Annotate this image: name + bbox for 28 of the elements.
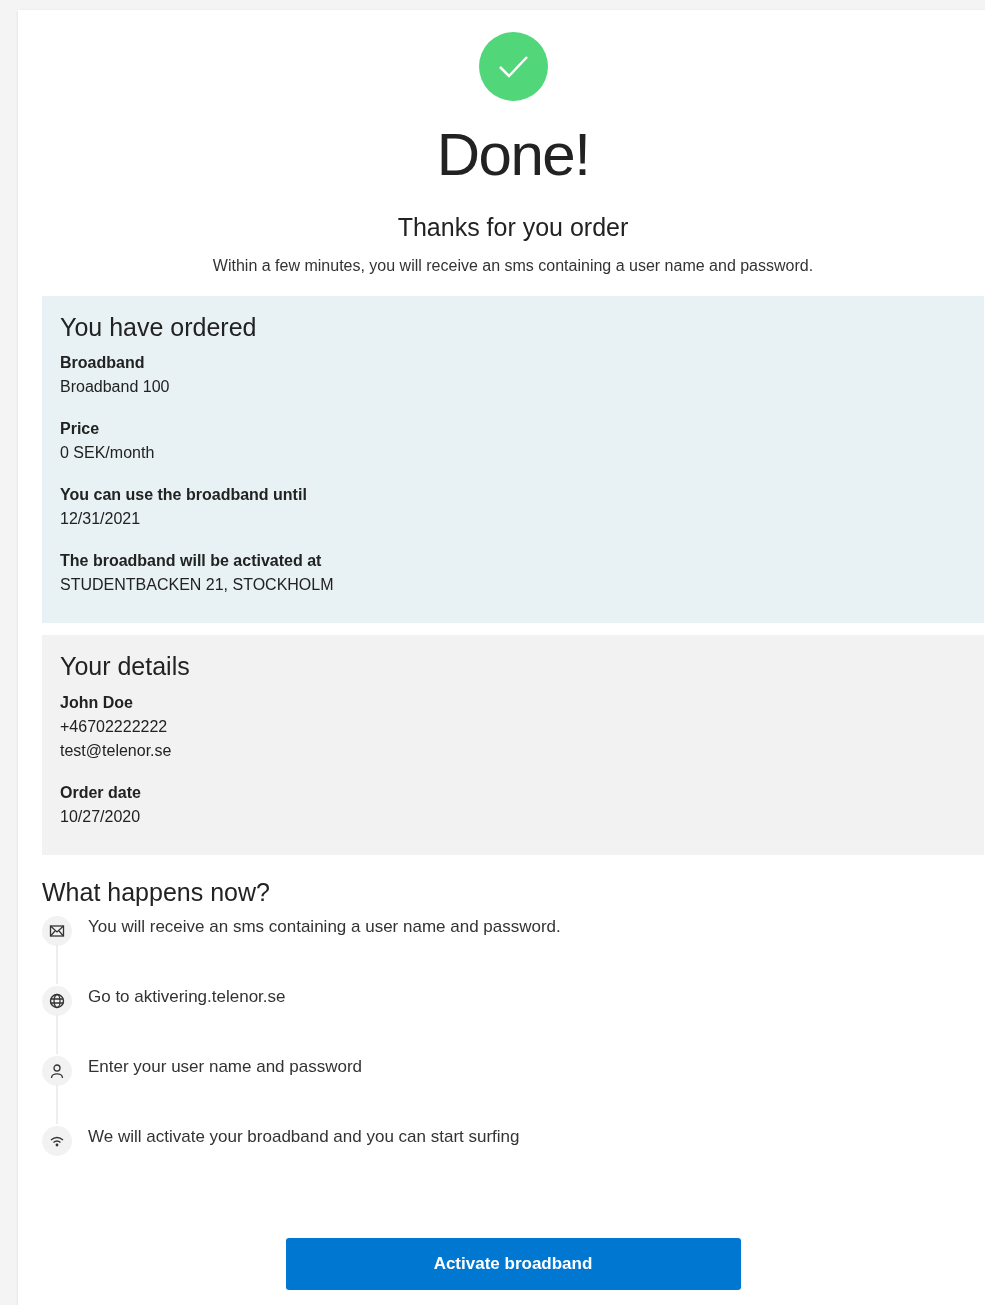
person-icon [49,1062,65,1079]
field-value: 10/27/2020 [60,806,142,827]
confirmation-message: Within a few minutes, you will receive an sms containing a user name and password. [212,256,814,276]
section-title: You have ordered [60,312,258,343]
step-text: Enter your user name and password [88,1055,363,1078]
field-label: The broadband will be activated at [60,551,323,572]
step-text: We will activate your broadband and you can start surfing [88,1125,520,1148]
phone-number: +46702222222 [60,716,169,737]
field-value: STUDENTBACKEN 21, STOCKHOLM [60,575,335,596]
page-title: Done! [436,125,590,185]
activate-broadband-button[interactable]: Activate broadband [285,1237,741,1290]
field-label: Order date [60,782,142,803]
field-label: Broadband [60,353,146,374]
email-address: test@telenor.se [60,740,173,761]
field-value: Broadband 100 [60,377,171,398]
field-value: 0 SEK/month [60,443,156,464]
field-label: Price [60,419,101,440]
section-title: What happens now? [42,876,271,908]
section-title: Your details [60,651,191,683]
mail-icon [49,922,65,939]
step-text: You will receive an sms containing a user name and password. [88,915,561,938]
checkmark-icon [478,32,548,101]
step-text: Go to aktivering.telenor.se [88,985,286,1008]
subtitle: Thanks for you order [397,215,629,240]
customer-name: John Doe [60,692,134,713]
globe-icon [49,992,65,1009]
field-label: You can use the broadband until [60,485,308,506]
field-value: 12/31/2021 [60,509,142,530]
